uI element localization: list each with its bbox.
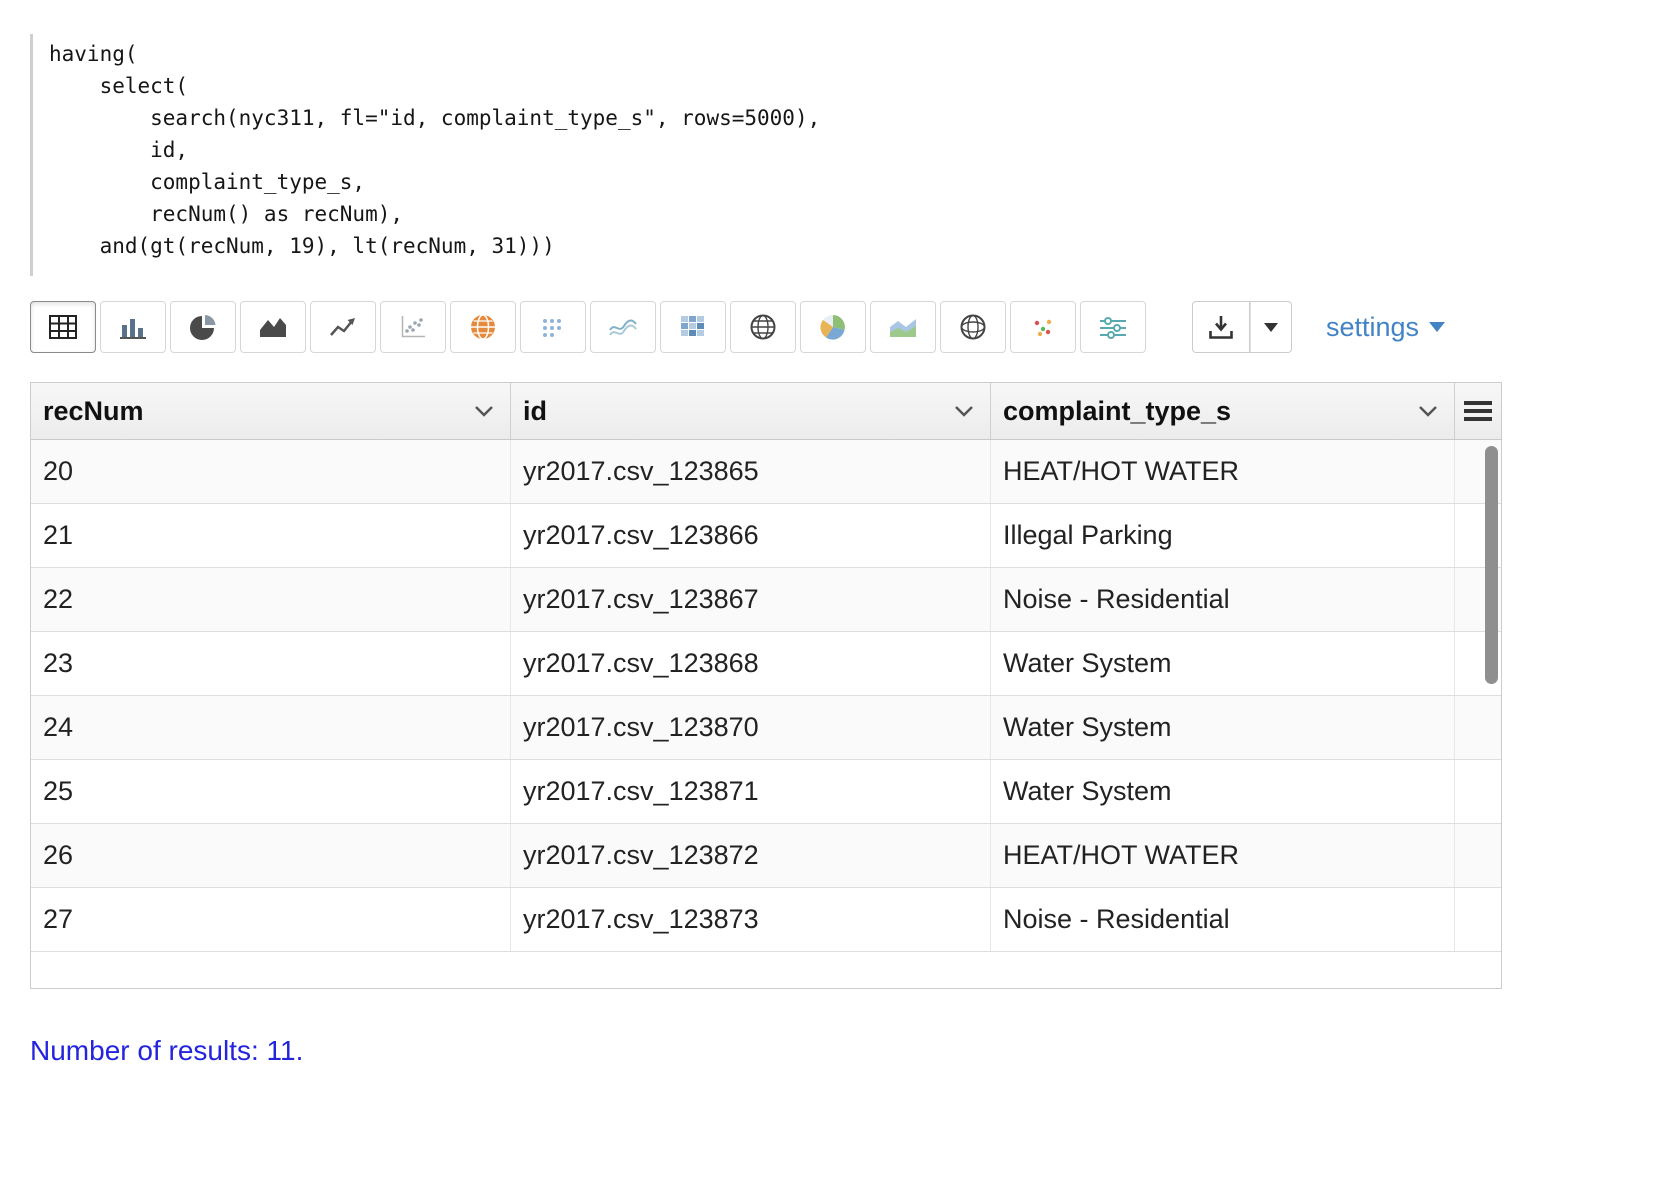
column-label: id	[523, 396, 547, 427]
table-icon	[49, 315, 77, 339]
hamburger-menu-icon	[1464, 400, 1492, 422]
cell-id: yr2017.csv_123866	[511, 504, 991, 567]
globe-orange-icon	[470, 314, 496, 340]
results-count: Number of results: 11.	[30, 1035, 1642, 1067]
pie-chart-icon	[190, 314, 216, 340]
chevron-down-icon[interactable]	[954, 405, 974, 418]
chevron-down-icon[interactable]	[1418, 405, 1438, 418]
results-table: recNum id complaint_type_s 20 yr2017.csv…	[30, 382, 1502, 989]
spline-chart-button[interactable]	[590, 301, 656, 353]
cell-recnum: 25	[31, 760, 511, 823]
table-body: 20 yr2017.csv_123865 HEAT/HOT WATER 21 y…	[31, 440, 1501, 988]
stacked-area-button[interactable]	[870, 301, 936, 353]
table-row[interactable]: 26 yr2017.csv_123872 HEAT/HOT WATER	[31, 824, 1501, 888]
bar-chart-icon	[120, 315, 146, 339]
table-row[interactable]: 20 yr2017.csv_123865 HEAT/HOT WATER	[31, 440, 1501, 504]
pie-colored-button[interactable]	[800, 301, 866, 353]
scatter-chart-icon	[400, 315, 426, 339]
table-header-row: recNum id complaint_type_s	[31, 383, 1501, 440]
filter-sliders-button[interactable]	[1080, 301, 1146, 353]
cell-id: yr2017.csv_123873	[511, 888, 991, 951]
stacked-area-icon	[889, 315, 917, 339]
table-row[interactable]: 22 yr2017.csv_123867 Noise - Residential	[31, 568, 1501, 632]
cell-complaint-type: Noise - Residential	[991, 568, 1455, 631]
scatter-colored-button[interactable]	[1010, 301, 1076, 353]
cell-complaint-type: Water System	[991, 696, 1455, 759]
globe-wireframe-icon	[750, 314, 776, 340]
column-header-recnum[interactable]: recNum	[31, 383, 511, 439]
settings-label: settings	[1326, 312, 1419, 343]
column-label: complaint_type_s	[1003, 396, 1231, 427]
cell-id: yr2017.csv_123868	[511, 632, 991, 695]
caret-down-icon	[1264, 323, 1278, 332]
cell-recnum: 27	[31, 888, 511, 951]
bubble-grid-button[interactable]	[520, 301, 586, 353]
spline-lines-icon	[609, 315, 637, 339]
table-row[interactable]: 25 yr2017.csv_123871 Water System	[31, 760, 1501, 824]
cell-id: yr2017.csv_123865	[511, 440, 991, 503]
table-row[interactable]: 27 yr2017.csv_123873 Noise - Residential	[31, 888, 1501, 952]
cell-id: yr2017.csv_123870	[511, 696, 991, 759]
pie-chart-button[interactable]	[170, 301, 236, 353]
download-icon	[1208, 314, 1234, 340]
settings-dropdown[interactable]: settings	[1326, 312, 1445, 343]
table-row[interactable]: 21 yr2017.csv_123866 Illegal Parking	[31, 504, 1501, 568]
vertical-scrollbar[interactable]	[1485, 446, 1498, 982]
chevron-down-icon[interactable]	[474, 405, 494, 418]
cell-id: yr2017.csv_123867	[511, 568, 991, 631]
cell-id: yr2017.csv_123871	[511, 760, 991, 823]
cell-complaint-type: Illegal Parking	[991, 504, 1455, 567]
cell-complaint-type: Water System	[991, 632, 1455, 695]
download-dropdown-button[interactable]	[1250, 301, 1292, 353]
cell-recnum: 21	[31, 504, 511, 567]
cell-complaint-type: Water System	[991, 760, 1455, 823]
query-code-block: having( select( search(nyc311, fl="id, c…	[30, 34, 1642, 276]
globe-wireframe2-icon	[960, 314, 986, 340]
heatmap-grid-icon	[680, 315, 706, 339]
cell-recnum: 24	[31, 696, 511, 759]
cell-complaint-type: Noise - Residential	[991, 888, 1455, 951]
caret-down-icon	[1429, 322, 1445, 332]
cell-recnum: 22	[31, 568, 511, 631]
cell-id: yr2017.csv_123872	[511, 824, 991, 887]
scatter-chart-button[interactable]	[380, 301, 446, 353]
map-view-button[interactable]	[450, 301, 516, 353]
table-view-button[interactable]	[30, 301, 96, 353]
cell-complaint-type: HEAT/HOT WATER	[991, 440, 1455, 503]
area-chart-icon	[259, 315, 287, 339]
line-chart-icon	[329, 315, 357, 339]
globe-viz-button[interactable]	[730, 301, 796, 353]
globe-viz2-button[interactable]	[940, 301, 1006, 353]
column-label: recNum	[43, 396, 144, 427]
cell-complaint-type: HEAT/HOT WATER	[991, 824, 1455, 887]
pie-colored-icon	[820, 314, 846, 340]
sliders-icon	[1099, 315, 1127, 339]
line-chart-button[interactable]	[310, 301, 376, 353]
scatter-colored-icon	[1030, 315, 1056, 339]
cell-recnum: 26	[31, 824, 511, 887]
cell-recnum: 23	[31, 632, 511, 695]
heatmap-button[interactable]	[660, 301, 726, 353]
bar-chart-button[interactable]	[100, 301, 166, 353]
scrollbar-thumb[interactable]	[1485, 446, 1498, 684]
chart-type-buttons	[30, 301, 1146, 353]
table-row[interactable]: 23 yr2017.csv_123868 Water System	[31, 632, 1501, 696]
display-toolbar: settings	[30, 300, 1642, 354]
cell-recnum: 20	[31, 440, 511, 503]
dots-grid-icon	[541, 315, 565, 339]
download-button-group	[1192, 301, 1292, 353]
column-header-complaint-type[interactable]: complaint_type_s	[991, 383, 1455, 439]
table-row[interactable]: 24 yr2017.csv_123870 Water System	[31, 696, 1501, 760]
grid-menu-button[interactable]	[1455, 383, 1501, 439]
column-header-id[interactable]: id	[511, 383, 991, 439]
area-chart-button[interactable]	[240, 301, 306, 353]
download-button[interactable]	[1192, 301, 1250, 353]
